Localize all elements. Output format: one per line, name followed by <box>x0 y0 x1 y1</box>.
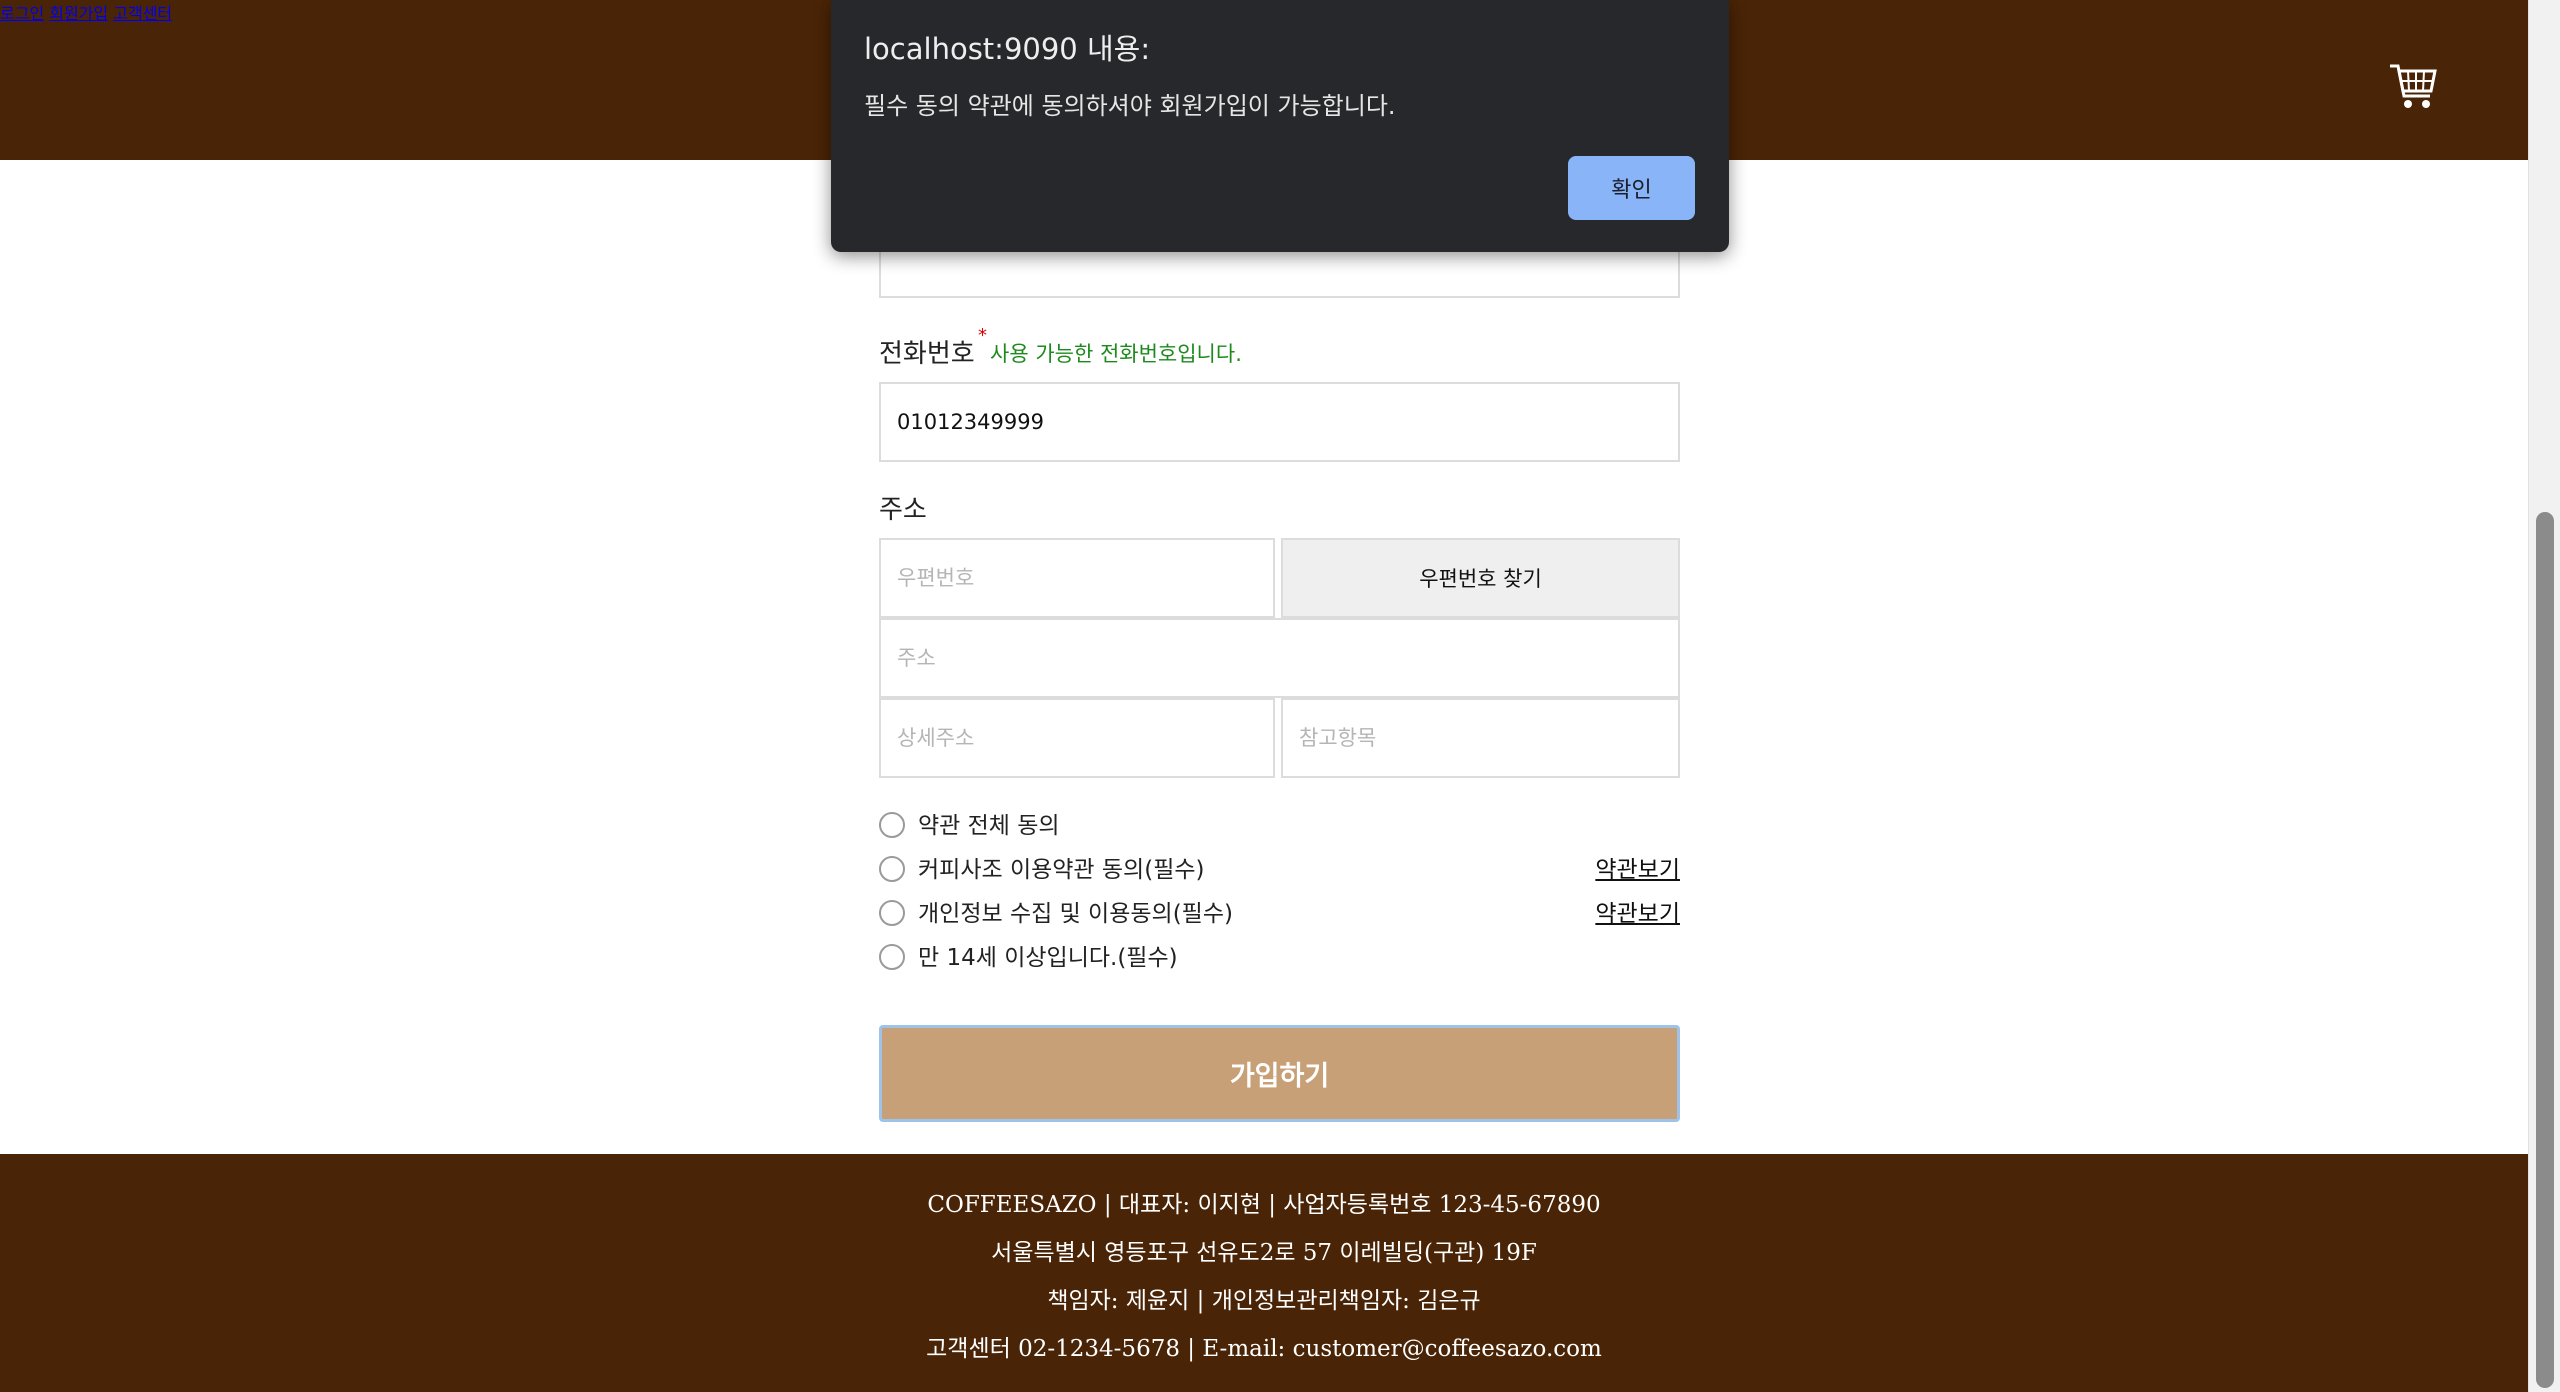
view-privacy-link[interactable]: 약관보기 <box>1595 898 1680 930</box>
nav-signup-link[interactable]: 회원가입 <box>49 4 108 23</box>
agree-all-checkbox[interactable] <box>879 812 905 838</box>
alert-dialog: localhost:9090 내용: 필수 동의 약관에 동의하셔야 회원가입이… <box>831 0 1729 252</box>
view-terms-link[interactable]: 약관보기 <box>1595 854 1680 886</box>
address-label: 주소 <box>879 495 927 525</box>
footer-contact: 고객센터 02-1234-5678 | E-mail: customer@cof… <box>926 1336 1602 1362</box>
extra-address-input[interactable] <box>1281 698 1680 778</box>
footer-company-info: COFFEESAZO | 대표자: 이지현 | 사업자등록번호 123-45-6… <box>927 1192 1601 1218</box>
nav-support-link[interactable]: 고객센터 <box>113 4 172 23</box>
footer-address: 서울특별시 영등포구 선유도2로 57 이레빌딩(구관) 19F <box>991 1240 1537 1266</box>
agree-terms-label: 커피사조 이용약관 동의(필수) <box>918 857 1205 883</box>
agree-all-label: 약관 전체 동의 <box>918 813 1060 839</box>
agree-privacy-checkbox[interactable] <box>879 900 905 926</box>
address-input[interactable] <box>879 618 1680 698</box>
page-scrollbar[interactable] <box>2528 0 2560 1392</box>
scrollbar-thumb[interactable] <box>2536 512 2554 1388</box>
site-footer: COFFEESAZO | 대표자: 이지현 | 사업자등록번호 123-45-6… <box>0 1154 2528 1392</box>
find-postcode-button[interactable]: 우편번호 찾기 <box>1281 538 1680 618</box>
phone-input[interactable] <box>879 382 1680 462</box>
agree-privacy-label: 개인정보 수집 및 이용동의(필수) <box>918 901 1233 927</box>
phone-label: 전화번호 <box>879 339 975 369</box>
required-mark: * <box>978 325 987 346</box>
cart-icon[interactable] <box>2388 60 2438 112</box>
phone-status-message: 사용 가능한 전화번호입니다. <box>990 342 1242 366</box>
dialog-title: localhost:9090 내용: <box>864 32 1151 66</box>
detail-address-input[interactable] <box>879 698 1275 778</box>
agree-all-row: 약관 전체 동의 <box>879 810 1680 842</box>
agree-terms-row: 커피사조 이용약관 동의(필수) 약관보기 <box>879 854 1680 886</box>
agree-age-label: 만 14세 이상입니다.(필수) <box>918 945 1178 971</box>
dialog-ok-button[interactable]: 확인 <box>1568 156 1695 220</box>
agree-age-checkbox[interactable] <box>879 944 905 970</box>
nav-login-link[interactable]: 로그인 <box>0 4 44 23</box>
agree-terms-checkbox[interactable] <box>879 856 905 882</box>
signup-submit-button[interactable]: 가입하기 <box>879 1025 1680 1122</box>
dialog-message: 필수 동의 약관에 동의하셔야 회원가입이 가능합니다. <box>864 92 1396 120</box>
agree-privacy-row: 개인정보 수집 및 이용동의(필수) 약관보기 <box>879 898 1680 930</box>
footer-managers: 책임자: 제윤지 | 개인정보관리책임자: 김은규 <box>1047 1288 1481 1314</box>
postcode-input[interactable] <box>879 538 1275 618</box>
agree-age-row: 만 14세 이상입니다.(필수) <box>879 942 1680 974</box>
